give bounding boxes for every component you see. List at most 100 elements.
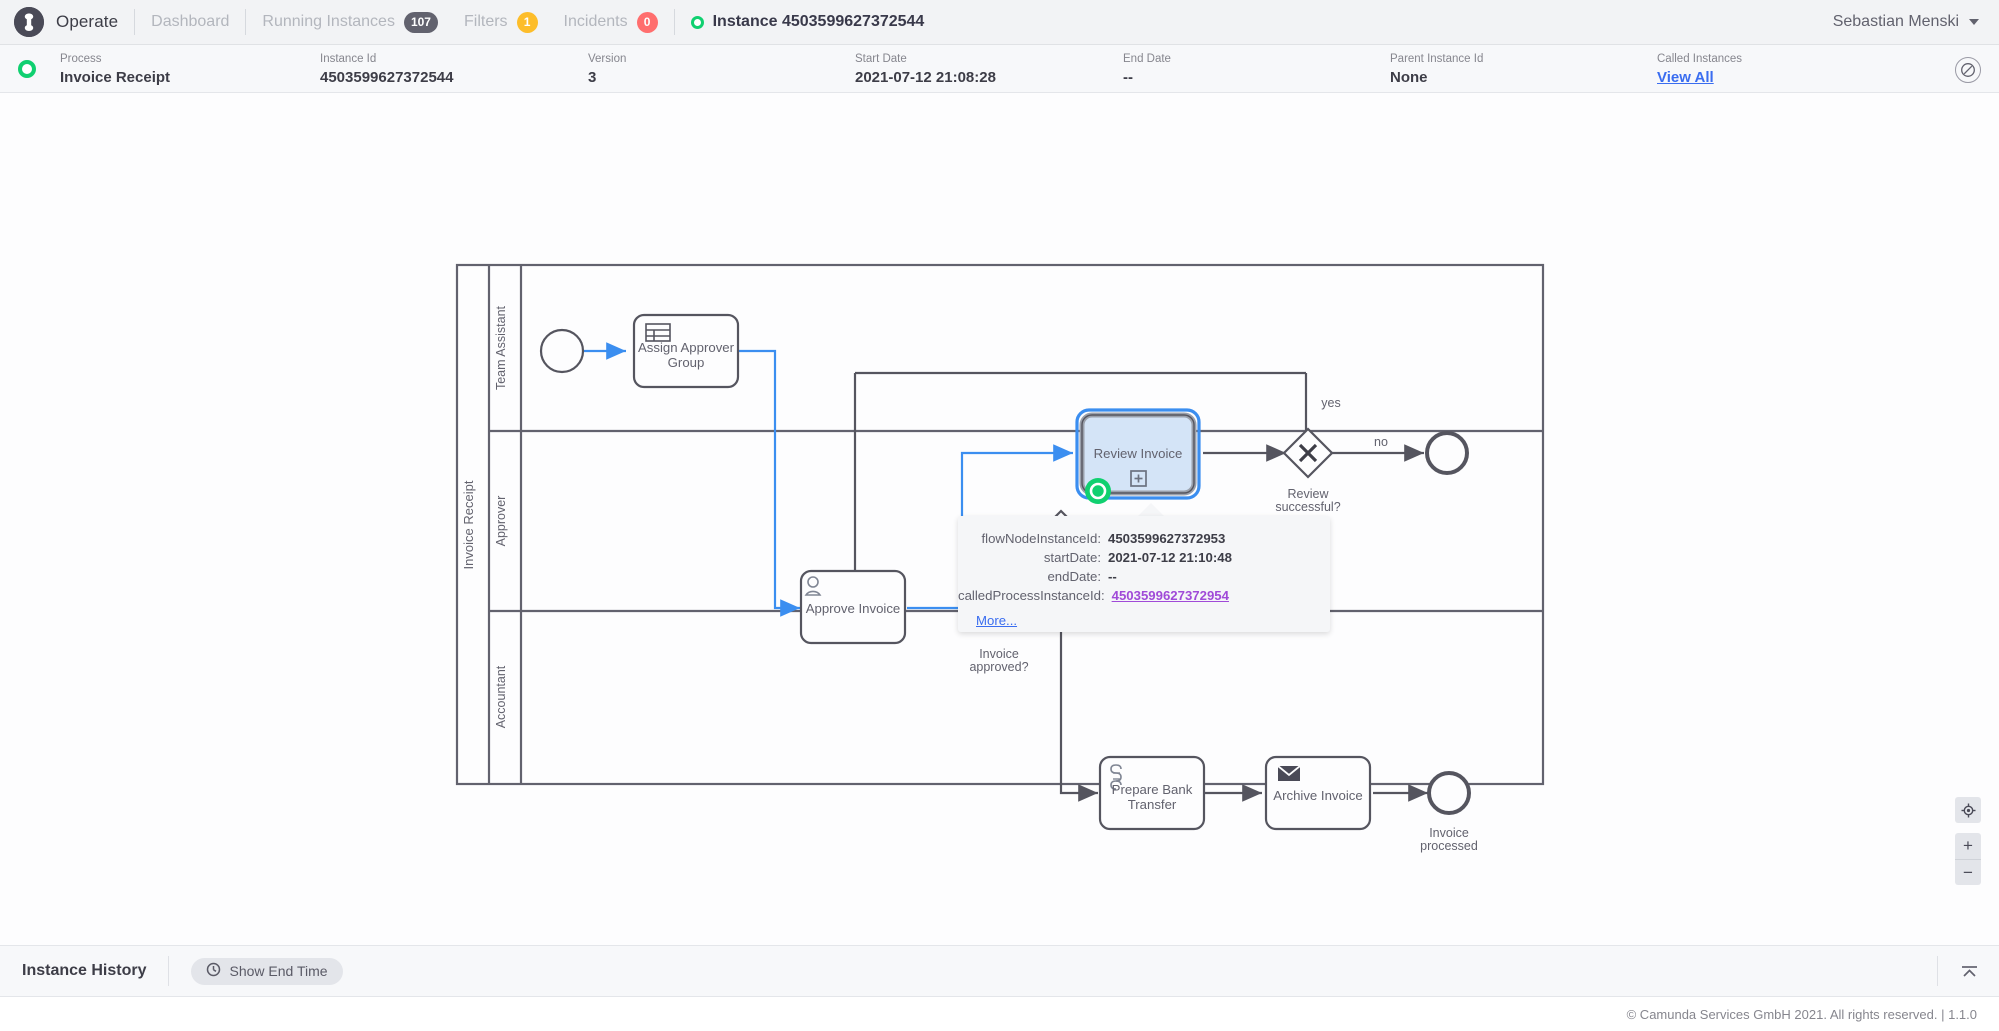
field-label: End Date [1123,53,1171,65]
show-end-time-toggle[interactable]: Show End Time [191,957,343,985]
collapse-up-icon[interactable] [1937,956,1979,986]
nav-item-label: Running Instances [262,13,395,30]
bpmn-node-start-event [539,328,585,374]
instance-header: Process Invoice Receipt Instance Id 4503… [0,45,1999,93]
nav-divider-3 [673,9,675,35]
header-field-end-date: End Date -- [1123,52,1171,87]
bpmn-node-end-event-1 [1425,431,1469,475]
instance-history-title: Instance History [22,962,147,979]
task-label: Review Invoice [1094,446,1183,461]
lane-label-approver: Approver [494,496,508,547]
business-rule-task-icon [645,323,671,342]
popover-value: 2021-07-12 21:10:48 [1108,550,1232,565]
zoom-controls: + − [1955,797,1981,885]
user-menu[interactable]: Sebastian Menski [1833,13,1999,31]
active-instance-badge [1085,478,1111,504]
field-label: Called Instances [1657,53,1743,65]
reset-viewport-icon[interactable] [1955,797,1981,823]
camunda-logo-icon [14,7,44,37]
header-field-start-date: Start Date 2021-07-12 21:08:28 [855,52,996,87]
popover-value: 4503599627372953 [1108,531,1226,546]
popover-key: calledProcessInstanceId: [958,588,1105,603]
diagram-canvas[interactable]: Invoice Receipt Team Assistant Approver … [0,93,1999,945]
popover-value: -- [1108,569,1117,584]
event-label: processed [1420,839,1478,853]
task-label: Transfer [1128,797,1177,812]
nav-item-label: Dashboard [151,13,230,30]
nav-item-running-instances[interactable]: Running Instances 107 [262,11,438,33]
user-name: Sebastian Menski [1832,13,1959,30]
bpmn-node-prepare-bank-transfer: Prepare Bank Transfer [1098,755,1206,831]
task-label: Approve Invoice [806,601,901,616]
popover-more-link[interactable]: More... [976,613,1017,628]
field-value: None [1390,69,1428,86]
brand-name: Operate [56,12,119,31]
field-label: Process [60,53,102,65]
nav-item-filters[interactable]: Filters 1 [464,11,538,33]
active-state-icon [690,15,704,29]
active-state-icon [18,59,36,78]
show-end-time-label: Show End Time [229,963,328,979]
send-task-icon [1277,765,1301,781]
popover-key: flowNodeInstanceId: [981,531,1102,546]
lane-label-team-assistant: Team Assistant [494,305,508,390]
task-label: Archive Invoice [1273,788,1362,803]
field-value: -- [1123,69,1133,86]
event-label: Invoice [1429,826,1469,840]
flow-label-no: no [1374,435,1388,449]
field-label: Version [588,53,627,65]
bpmn-node-end-event-2: Invoice processed [1420,771,1478,853]
bpmn-node-assign-approver-group: Assign Approver Group [632,313,740,389]
header-field-called-instances: Called Instances View All [1657,52,1742,87]
field-value: Invoice Receipt [60,69,171,86]
view-all-link[interactable]: View All [1657,68,1742,87]
field-label: Parent Instance Id [1390,53,1484,65]
gateway-label: successful? [1275,500,1340,514]
flow-label-yes: yes [1321,396,1340,410]
field-label: Start Date [855,53,907,65]
bpmn-node-archive-invoice: Archive Invoice [1264,755,1372,831]
header-field-version: Version 3 [588,52,626,87]
nav-item-incidents[interactable]: Incidents 0 [563,11,658,33]
task-label: Group [668,355,705,370]
nav-item-label: Incidents [563,13,628,30]
popover-key: endDate: [1047,569,1101,584]
field-value: 2021-07-12 21:08:28 [855,69,996,86]
zoom-in-button[interactable]: + [1955,833,1981,859]
breadcrumb-instance[interactable]: Instance 4503599627372544 [690,13,925,31]
field-label: Instance Id [320,53,377,65]
instance-history-panel: Instance History Show End Time [0,945,1999,997]
task-label: Prepare Bank [1112,782,1193,797]
gateway-label: Review [1288,487,1330,501]
lane-label-accountant: Accountant [494,665,508,728]
footer-text: © Camunda Services GmbH 2021. All rights… [1626,1006,1977,1022]
flow-node-popover: flowNodeInstanceId: 4503599627372953 sta… [958,516,1330,632]
bpmn-node-approve-invoice: Approve Invoice [799,569,907,645]
field-value: 3 [588,69,597,86]
header-field-parent-instance-id: Parent Instance Id None [1390,52,1483,87]
header-field-process: Process Invoice Receipt [60,52,170,87]
popover-row: flowNodeInstanceId: 4503599627372953 [958,529,1304,548]
zoom-group: + − [1955,833,1981,885]
zoom-out-button[interactable]: − [1955,859,1981,885]
field-value: 4503599627372544 [320,69,454,86]
filters-badge: 1 [516,11,538,33]
cancel-operation-icon[interactable] [1955,57,1981,83]
breadcrumb-instance-label: Instance 4503599627372544 [712,13,925,30]
bpmn-node-review-invoice: Review Invoice [1075,408,1201,504]
gateway-label: approved? [969,660,1028,674]
footer: © Camunda Services GmbH 2021. All rights… [0,997,1999,1031]
chevron-down-icon [1969,19,1979,25]
brand[interactable]: Operate [0,7,118,37]
top-navigation-bar: Operate Dashboard Running Instances 107 … [0,0,1999,45]
popover-key: startDate: [1043,550,1101,565]
popover-row: startDate: 2021-07-12 21:10:48 [958,548,1304,567]
gateway-label: Invoice [979,647,1019,661]
called-process-instance-link[interactable]: 4503599627372954 [1112,586,1229,605]
popover-row: calledProcessInstanceId: 450359962737295… [958,586,1304,605]
incidents-badge: 0 [636,11,658,33]
popover-arrow [1137,503,1165,517]
nav-item-dashboard[interactable]: Dashboard [151,13,229,31]
nav-divider-2 [245,9,247,35]
nav-divider-1 [134,9,136,35]
